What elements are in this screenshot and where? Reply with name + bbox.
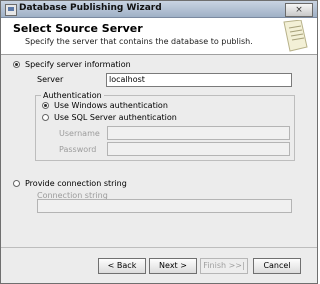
sql-auth-label: Use SQL Server authentication — [54, 113, 177, 122]
sql-auth-radio[interactable] — [42, 114, 49, 121]
wizard-window: Database Publishing Wizard × Select Sour… — [0, 0, 318, 284]
back-button[interactable]: < Back — [98, 258, 146, 274]
window-title: Database Publishing Wizard — [19, 3, 162, 13]
wizard-header: Select Source Server Specify the server … — [1, 18, 317, 55]
close-button[interactable]: × — [285, 3, 313, 17]
server-info-radio[interactable] — [13, 61, 20, 68]
windows-auth-radio[interactable] — [42, 102, 49, 109]
connection-string-input[interactable] — [37, 199, 292, 213]
connection-string-option-label: Provide connection string — [25, 179, 127, 188]
page-subtitle: Specify the server that contains the dat… — [25, 37, 253, 46]
password-label: Password — [59, 145, 97, 154]
username-input[interactable] — [107, 126, 290, 140]
connection-string-radio[interactable] — [13, 180, 20, 187]
username-label: Username — [59, 129, 100, 138]
cancel-button[interactable]: Cancel — [253, 258, 301, 274]
page-title: Select Source Server — [13, 22, 143, 35]
server-info-label: Specify server information — [25, 60, 131, 69]
windows-auth-label: Use Windows authentication — [54, 101, 168, 110]
password-input[interactable] — [107, 142, 290, 156]
server-label: Server — [37, 75, 64, 84]
server-input[interactable]: localhost — [106, 73, 292, 87]
document-icon — [283, 20, 308, 52]
finish-button[interactable]: Finish >>| — [200, 258, 248, 274]
title-bar: Database Publishing Wizard × — [1, 1, 317, 18]
footer-divider — [1, 247, 317, 248]
authentication-group-label: Authentication — [41, 91, 104, 100]
app-icon — [5, 4, 17, 16]
next-button[interactable]: Next > — [149, 258, 197, 274]
